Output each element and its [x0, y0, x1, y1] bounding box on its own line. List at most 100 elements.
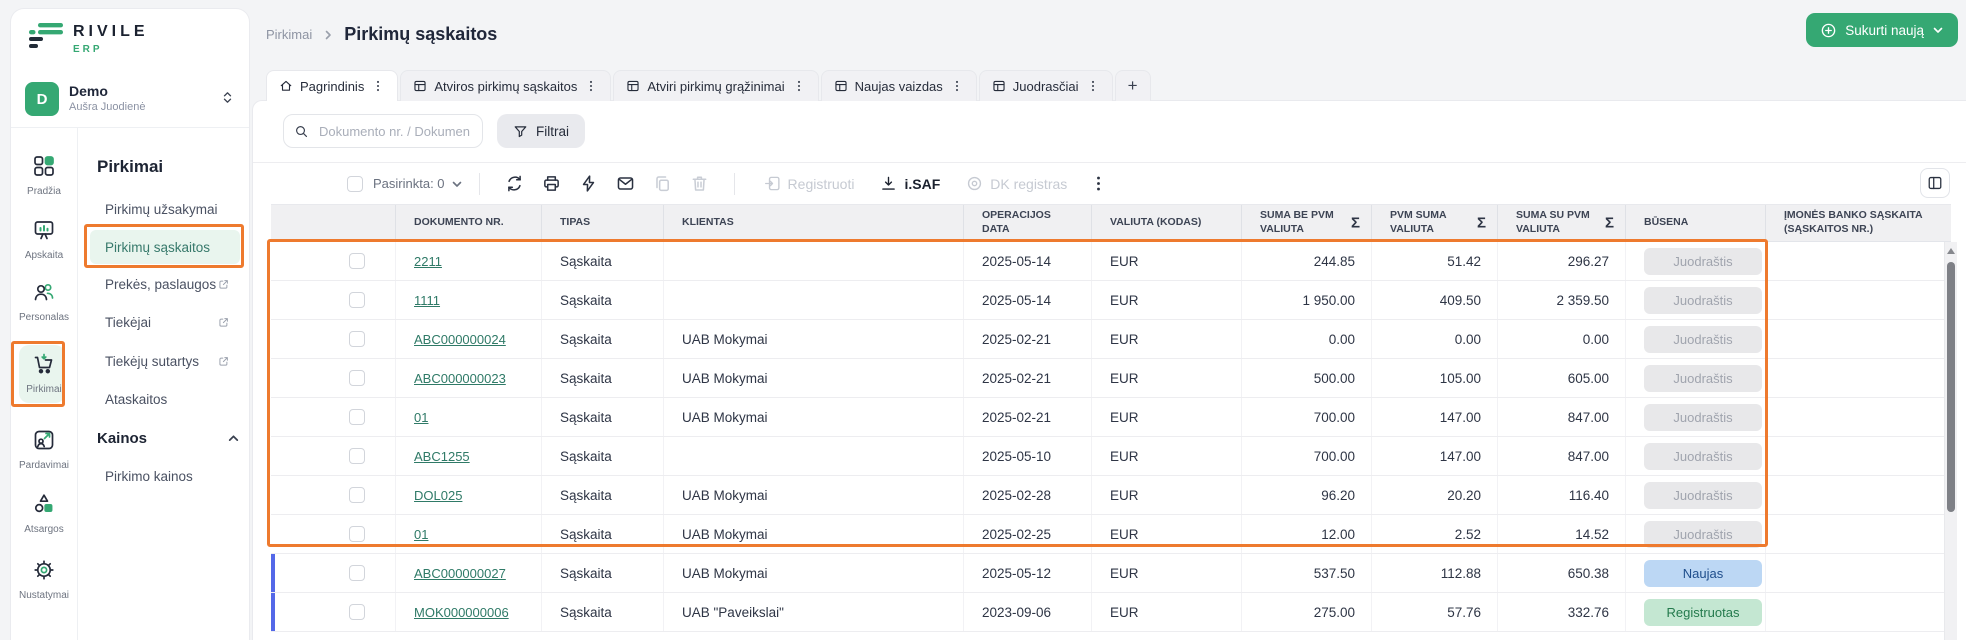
row-checkbox[interactable]	[349, 487, 365, 503]
sum-icon[interactable]: Σ	[1605, 213, 1614, 233]
header-cell-bankas[interactable]: ĮMONĖS BANKO SĄSKAITA (SĄSKAITOS NR.)	[1766, 205, 1951, 241]
create-new-button[interactable]: Sukurti naują	[1806, 13, 1958, 47]
row-checkbox[interactable]	[349, 292, 365, 308]
sidebar-item-ataskaitos[interactable]: Ataskaitos	[90, 382, 240, 416]
cell-operacijos-data: 2025-02-21	[964, 320, 1092, 358]
sidebar-rail-item-pardavimai[interactable]: Pardavimai	[11, 429, 77, 471]
row-checkbox[interactable]	[349, 526, 365, 542]
avatar: D	[25, 82, 59, 116]
sum-icon[interactable]: Σ	[1477, 213, 1486, 233]
document-link[interactable]: 1111	[414, 293, 440, 308]
refresh-button[interactable]	[505, 174, 524, 193]
sidebar-item-pirkim-u-sakymai[interactable]: Pirkimų užsakymai	[90, 192, 240, 226]
isaf-export-button[interactable]: i.SAF	[880, 175, 940, 192]
document-link[interactable]: ABC000000027	[414, 566, 506, 581]
cell-operacijos-data: 2025-05-14	[964, 281, 1092, 319]
row-checkbox[interactable]	[349, 565, 365, 581]
sidebar-item-pirkim-s-skaitos[interactable]: Pirkimų sąskaitos	[90, 230, 240, 264]
rail-item-label: Nustatymai	[18, 590, 69, 601]
bolt-icon	[579, 174, 598, 193]
sidebar-item-prek-s-paslaugos[interactable]: Prekės, paslaugos	[90, 267, 240, 301]
row-checkbox[interactable]	[349, 448, 365, 464]
tab-atviri-pirkim-gr-inimai[interactable]: Atviri pirkimų grąžinimai	[613, 70, 819, 101]
document-link[interactable]: 01	[414, 410, 428, 425]
column-settings-button[interactable]	[1920, 168, 1950, 198]
filters-button[interactable]: Filtrai	[497, 114, 585, 148]
kebab-icon[interactable]	[584, 79, 598, 93]
sidebar-rail-item-atsargos[interactable]: Atsargos	[11, 493, 77, 535]
cell-bankas	[1766, 476, 1951, 514]
updown-chevron-icon[interactable]	[220, 90, 235, 105]
tab-atviros-pirkim-s-skaitos[interactable]: Atviros pirkimų sąskaitos	[400, 70, 612, 101]
add-view-tab[interactable]: +	[1114, 70, 1151, 101]
header-cell-busena[interactable]: BŪSENA	[1626, 205, 1766, 241]
sum-icon[interactable]: Σ	[1351, 213, 1360, 233]
sidebar-item-label: Pirkimų užsakymai	[105, 201, 218, 217]
kebab-icon[interactable]	[1086, 79, 1100, 93]
kebab-icon[interactable]	[792, 79, 806, 93]
sidebar-item-tiek-j-sutartys[interactable]: Tiekėjų sutartys	[90, 344, 240, 378]
printer-button[interactable]	[542, 174, 561, 193]
bolt-button[interactable]	[579, 174, 598, 193]
vertical-scrollbar[interactable]	[1944, 242, 1957, 640]
tab-juodras-iai[interactable]: Juodrasčiai	[978, 70, 1113, 101]
sidebar-rail-item-prad-ia[interactable]: Pradžia	[11, 155, 77, 197]
table-row: ABC000000023 Sąskaita UAB Mokymai 2025-02-2…	[271, 359, 1951, 398]
search-input[interactable]	[317, 122, 472, 140]
create-new-label: Sukurti naują	[1845, 22, 1924, 38]
toolbar-more-button[interactable]	[1089, 174, 1108, 193]
row-checkbox[interactable]	[349, 370, 365, 386]
row-checkbox[interactable]	[349, 253, 365, 269]
sidebar-item-tiek-jai[interactable]: Tiekėjai	[90, 305, 240, 339]
header-cell-data[interactable]: OPERACIJOS DATA	[964, 205, 1092, 241]
header-cell-tipas[interactable]: TIPAS	[542, 205, 664, 241]
tab-naujas-vaizdas[interactable]: Naujas vaizdas	[820, 70, 977, 101]
cell-busena: Juodraštis	[1626, 398, 1766, 436]
sidebar-item-label: Prekės, paslaugos	[105, 276, 217, 292]
document-link[interactable]: ABC000000023	[414, 371, 506, 386]
row-checkbox[interactable]	[349, 604, 365, 620]
header-cell-pvm-suma[interactable]: PVM SUMA VALIUTA Σ	[1372, 205, 1498, 241]
sidebar-rail-item-personalas[interactable]: Personalas	[11, 281, 77, 323]
header-cell-suma-be-pvm[interactable]: SUMA BE PVM VALIUTA Σ	[1242, 205, 1372, 241]
select-all-checkbox[interactable]	[347, 175, 363, 192]
cell-tipas: Sąskaita	[542, 398, 664, 436]
document-link[interactable]: ABC000000024	[414, 332, 506, 347]
cell-suma-be-pvm: 500.00	[1242, 359, 1372, 397]
mail-button[interactable]	[616, 174, 635, 193]
chevron-up-icon[interactable]	[227, 432, 240, 445]
mail-icon	[616, 174, 635, 193]
document-link[interactable]: ABC1255	[414, 449, 470, 464]
chevron-down-icon[interactable]	[451, 178, 463, 190]
cell-dokumento-nr: 1111	[396, 281, 542, 319]
header-cell-doc[interactable]: DOKUMENTO NR.	[396, 205, 542, 241]
header-cell-klientas[interactable]: KLIENTAS	[664, 205, 964, 241]
document-link[interactable]: DOL025	[414, 488, 462, 503]
sidebar-rail-item-apskaita[interactable]: Apskaita	[11, 219, 77, 261]
document-link[interactable]: 01	[414, 527, 428, 542]
account-switcher[interactable]: D Demo Aušra Juodienė	[25, 81, 237, 119]
header-cell-valiuta[interactable]: VALIUTA (KODAS)	[1092, 205, 1242, 241]
cell-busena: Juodraštis	[1626, 281, 1766, 319]
sidebar-rail-item-nustatymai[interactable]: Nustatymai	[11, 559, 77, 601]
header-cell-suma-su-pvm[interactable]: SUMA SU PVM VALIUTA Σ	[1498, 205, 1626, 241]
cell-busena: Registruotas	[1626, 593, 1766, 631]
table-row: ABC1255 Sąskaita 2025-05-10 EUR 700.00 147.00…	[271, 437, 1951, 476]
sidebar-item-pirkimo-kainos[interactable]: Pirkimo kainos	[90, 459, 240, 493]
document-link[interactable]: 2211	[414, 254, 442, 269]
row-checkbox[interactable]	[349, 331, 365, 347]
row-checkbox[interactable]	[349, 409, 365, 425]
scroll-up-arrow[interactable]	[1947, 248, 1955, 254]
cell-valiuta: EUR	[1092, 359, 1242, 397]
row-select-cell	[271, 359, 396, 397]
scrollbar-thumb[interactable]	[1947, 262, 1955, 512]
tab-pagrindinis[interactable]: Pagrindinis	[266, 70, 399, 101]
kebab-icon[interactable]	[950, 79, 964, 93]
breadcrumb-parent[interactable]: Pirkimai	[266, 27, 312, 42]
document-link[interactable]: MOK000000006	[414, 605, 509, 620]
row-select-cell	[271, 281, 396, 319]
search-box	[283, 114, 483, 148]
sidebar-rail-item-pirkimai[interactable]: Pirkimai	[11, 353, 77, 395]
cell-valiuta: EUR	[1092, 515, 1242, 553]
kebab-icon[interactable]	[371, 79, 385, 93]
